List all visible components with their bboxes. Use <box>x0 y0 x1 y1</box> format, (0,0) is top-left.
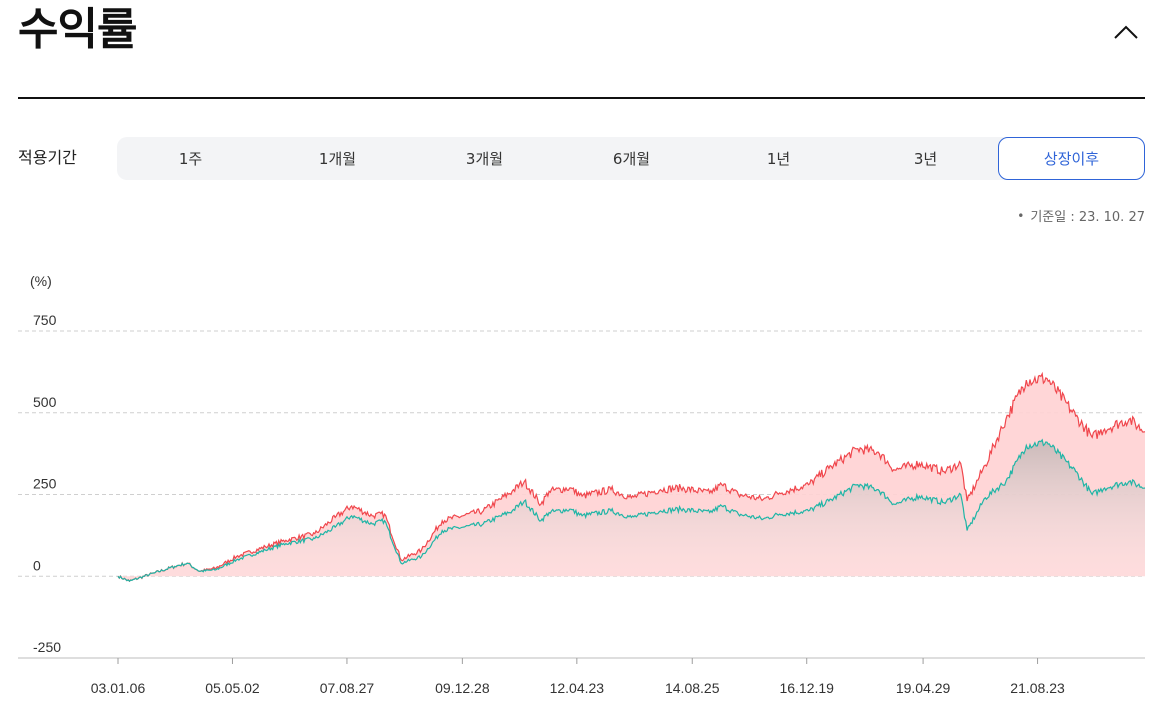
x-tick-label: 21.08.23 <box>1010 680 1065 696</box>
y-tick-label: 750 <box>33 312 57 328</box>
x-tick-label: 05.05.02 <box>205 680 260 696</box>
y-tick-label: 250 <box>33 476 57 492</box>
y-unit-label: (%) <box>30 273 52 289</box>
y-tick-label: 500 <box>33 394 57 410</box>
return-chart: (%) 750 500 250 0 -250 03.01.06 05.05.02 07.08… <box>18 273 1146 696</box>
x-tick-label: 07.08.27 <box>320 680 375 696</box>
x-tick-label: 12.04.23 <box>550 680 605 696</box>
y-tick-label: -250 <box>33 639 61 655</box>
x-tick-label: 19.04.29 <box>896 680 951 696</box>
x-tick-label: 16.12.19 <box>779 680 834 696</box>
x-tick-label: 14.08.25 <box>665 680 720 696</box>
x-tick-label: 03.01.06 <box>91 680 146 696</box>
y-tick-label: 0 <box>33 557 41 573</box>
x-tick-label: 09.12.28 <box>435 680 490 696</box>
